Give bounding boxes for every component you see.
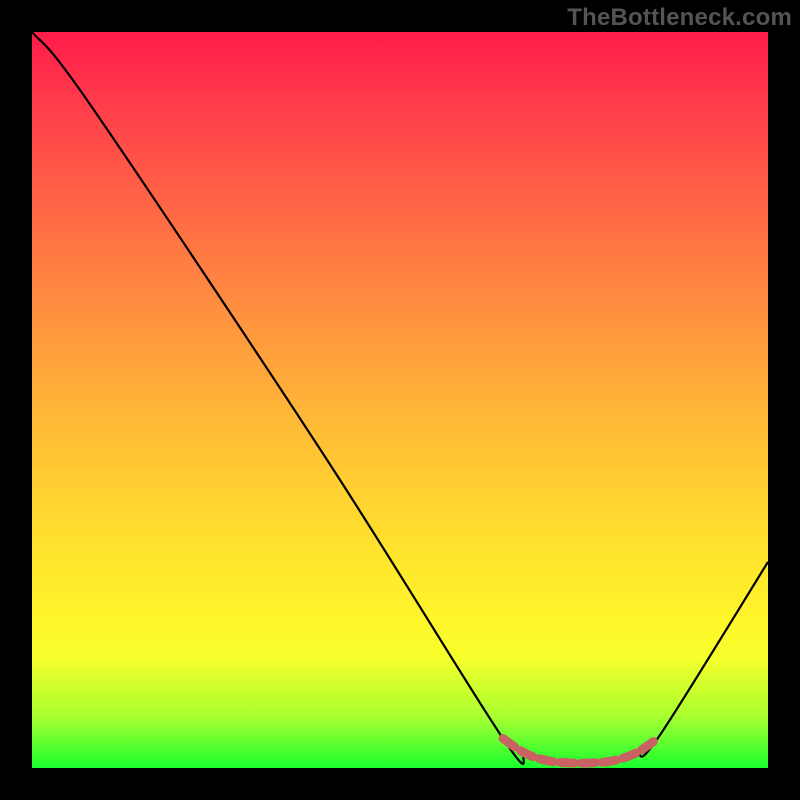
plot-area (32, 32, 768, 768)
optimal-range-marker-path (503, 739, 658, 764)
watermark-text: TheBottleneck.com (567, 4, 792, 32)
chart-svg (32, 32, 768, 768)
bottleneck-curve-path (32, 32, 768, 764)
chart-frame: TheBottleneck.com (0, 0, 800, 800)
